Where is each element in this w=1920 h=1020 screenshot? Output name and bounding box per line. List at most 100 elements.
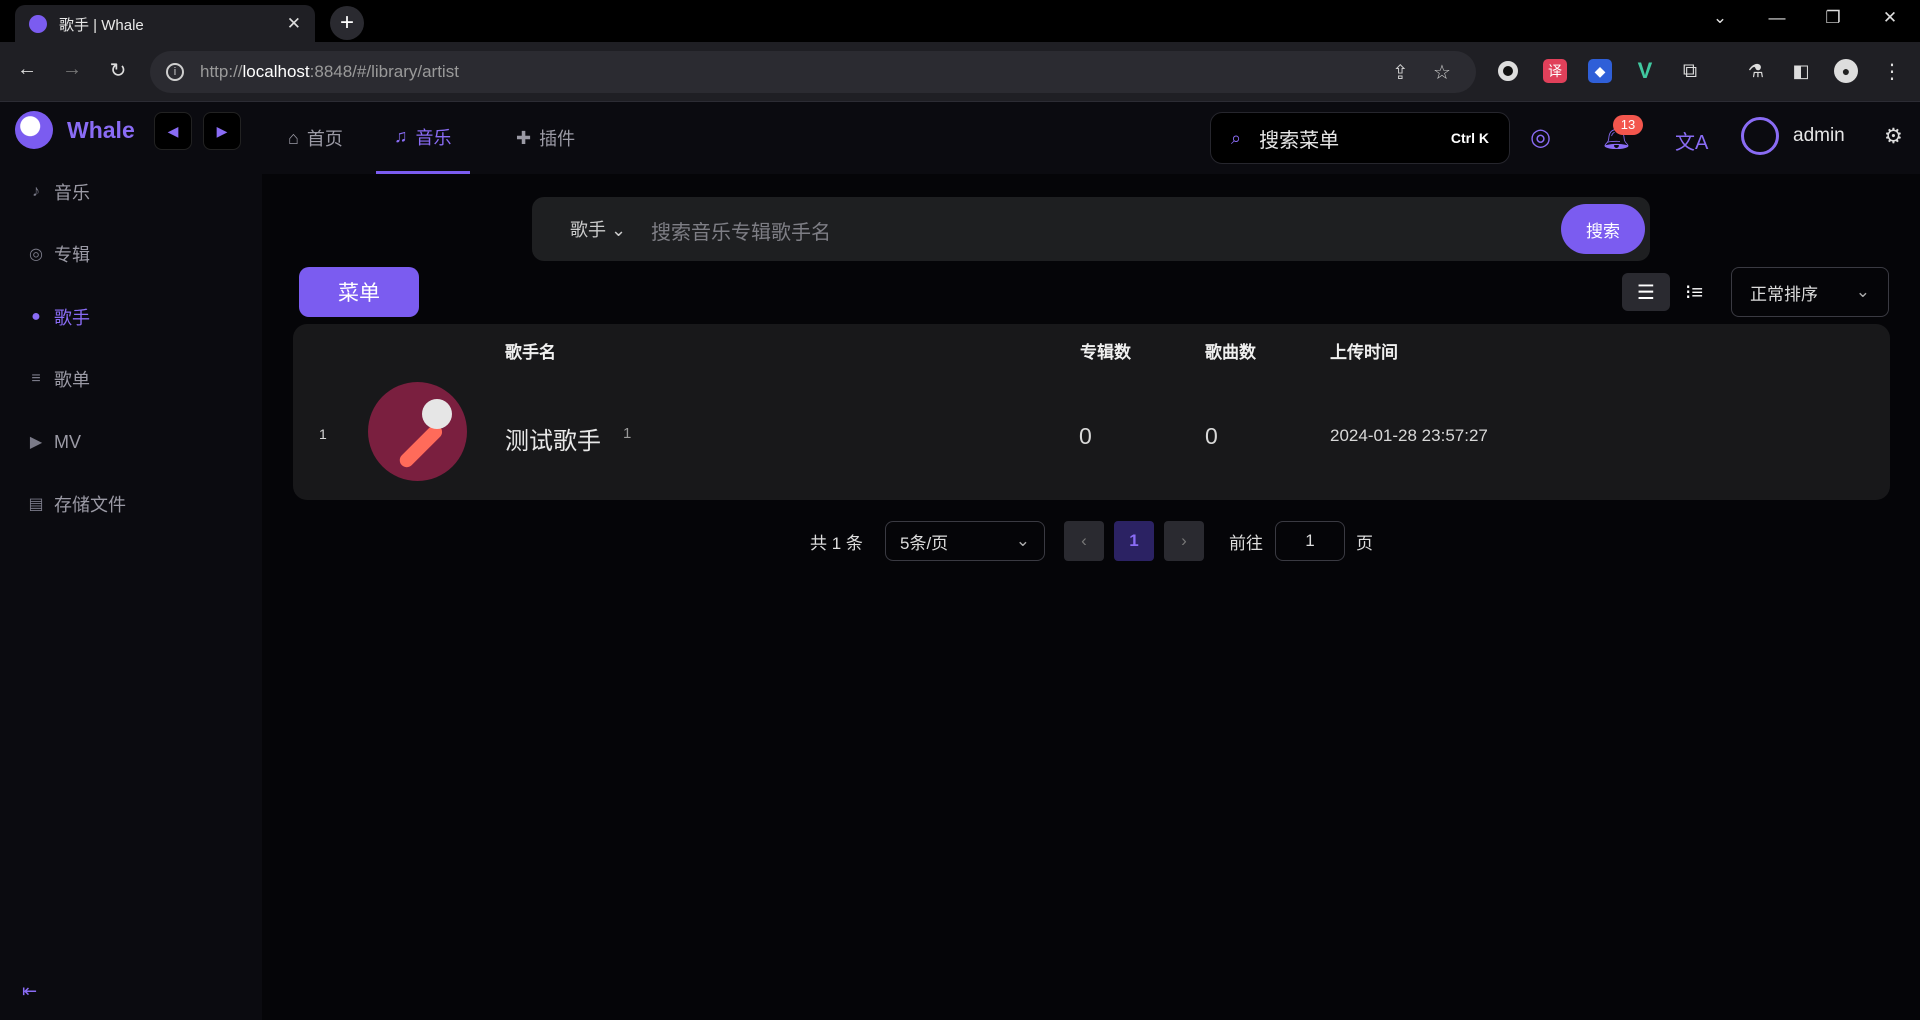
search-icon: ⌕ — [1231, 127, 1242, 148]
sidebar-item-label: 音乐 — [54, 183, 90, 203]
whale-favicon-icon — [29, 15, 47, 33]
browser-tab[interactable]: 歌手 | Whale ✕ — [15, 5, 315, 43]
search-type-select[interactable]: 歌手 ⌄ — [570, 216, 626, 242]
nav-forward-button[interactable]: ▶ — [203, 112, 241, 150]
bookmark-star-icon[interactable]: ☆ — [1433, 60, 1451, 85]
avatar[interactable] — [1741, 117, 1779, 155]
tab-plugin-label: 插件 — [539, 129, 576, 149]
header-songs[interactable]: 歌曲数 — [1205, 338, 1256, 363]
site-info-icon[interactable]: i — [166, 63, 184, 81]
app-header: Whale ◀ ▶ ⌂ 首页 ♫ 音乐 ✚ 插件 ⌕ 搜索菜单 Ctrl K ◎… — [0, 102, 1920, 174]
page-size-label: 5条/页 — [900, 533, 949, 553]
brand-name: Whale — [67, 117, 135, 143]
goto-page-input[interactable]: 1 — [1275, 521, 1345, 561]
upload-time: 2024-01-28 23:57:27 — [1330, 426, 1488, 445]
username[interactable]: admin — [1793, 125, 1845, 147]
video-icon: ▶ — [29, 434, 43, 451]
detail-list-view-button[interactable]: ⁝≡ — [1670, 273, 1718, 311]
sidebar — [0, 174, 262, 1020]
forward-icon[interactable]: → — [57, 58, 87, 81]
header-uploaded[interactable]: 上传时间 — [1330, 338, 1398, 363]
sidebar-item-storage[interactable]: ▤ 存储文件 — [26, 489, 126, 519]
labs-flask-icon[interactable]: ⚗ — [1744, 59, 1768, 83]
extension-vue-icon[interactable]: V — [1633, 58, 1657, 83]
tab-title: 歌手 | Whale — [59, 16, 144, 34]
folder-icon: ▤ — [28, 496, 44, 513]
tab-plugin[interactable]: ✚ 插件 — [498, 102, 593, 174]
row-index: 1 — [319, 426, 327, 442]
sidebar-item-playlist[interactable]: ≡ 歌单 — [26, 364, 90, 394]
url-protocol: http:// — [200, 62, 243, 81]
sidebar-item-label: 歌手 — [54, 308, 90, 328]
minimize-button[interactable]: — — [1757, 8, 1797, 28]
search-button[interactable]: 搜索 — [1561, 204, 1645, 254]
url-field[interactable]: i http://localhost:8848/#/library/artist… — [150, 51, 1476, 93]
sort-label: 正常排序 — [1750, 284, 1818, 304]
sidebar-item-label: 专辑 — [54, 245, 90, 265]
music-icon: ♪ — [32, 183, 40, 200]
profile-icon[interactable]: ● — [1834, 59, 1858, 83]
total-count: 共 1 条 — [810, 533, 863, 553]
header-albums[interactable]: 专辑数 — [1080, 338, 1131, 363]
share-icon[interactable]: ⇪ — [1392, 60, 1409, 85]
chevron-down-icon: ⌄ — [611, 220, 627, 240]
url-host: localhost — [242, 62, 310, 81]
extension-record-icon[interactable] — [1498, 61, 1518, 81]
tab-music[interactable]: ♫ 音乐 — [376, 102, 470, 174]
microphone-icon — [396, 422, 445, 471]
search-menu-button[interactable]: ⌕ 搜索菜单 Ctrl K — [1210, 112, 1510, 164]
side-panel-icon[interactable]: ◧ — [1789, 59, 1813, 83]
artist-cover-image[interactable] — [368, 382, 467, 481]
song-count: 0 — [1205, 423, 1218, 449]
playlist-icon: ≡ — [31, 370, 41, 387]
gear-icon[interactable]: ⚙ — [1884, 124, 1903, 149]
home-icon: ⌂ — [288, 127, 299, 148]
browser-menu-icon[interactable]: ⋮ — [1880, 59, 1904, 83]
translate-icon[interactable]: 文A — [1675, 126, 1708, 155]
sidebar-item-mv[interactable]: ▶ MV — [26, 427, 81, 457]
extension-lock-icon[interactable]: ◆ — [1588, 59, 1612, 83]
tab-home[interactable]: ⌂ 首页 — [270, 102, 361, 174]
header-name[interactable]: 歌手名 — [505, 338, 556, 363]
close-tab-icon[interactable]: ✕ — [287, 14, 301, 34]
browser-tab-strip: 歌手 | Whale ✕ + ⌄ — ❐ ✕ — [0, 0, 1920, 43]
microphone-head — [422, 399, 452, 429]
prev-page-button[interactable]: ‹ — [1064, 521, 1104, 561]
list-view-button[interactable]: ☰ — [1622, 273, 1670, 311]
search-menu-label: 搜索菜单 — [1259, 129, 1340, 152]
sidebar-item-music[interactable]: ♪ 音乐 — [26, 177, 90, 207]
new-tab-button[interactable]: + — [330, 6, 364, 40]
extension-translate-icon[interactable]: 译 — [1543, 59, 1567, 83]
restore-button[interactable]: ❐ — [1813, 8, 1853, 28]
page-number[interactable]: 1 — [1114, 521, 1154, 561]
album-icon: ◎ — [29, 246, 43, 263]
reload-icon[interactable]: ↻ — [103, 58, 133, 83]
collapse-sidebar-icon[interactable]: ⇤ — [22, 981, 37, 1002]
search-input[interactable]: 搜索音乐专辑歌手名 — [651, 216, 831, 245]
menu-button[interactable]: 菜单 — [299, 267, 419, 317]
tab-home-label: 首页 — [306, 129, 343, 149]
nav-back-button[interactable]: ◀ — [154, 112, 192, 150]
search-type-label: 歌手 — [570, 220, 606, 240]
page-size-select[interactable]: 5条/页 ⌄ — [885, 521, 1045, 561]
notification-badge: 13 — [1613, 115, 1643, 135]
sidebar-item-album[interactable]: ◎ 专辑 — [26, 239, 90, 269]
chevron-down-icon: ⌄ — [1015, 531, 1030, 550]
sort-select[interactable]: 正常排序 ⌄ — [1731, 267, 1889, 317]
next-page-button[interactable]: › — [1164, 521, 1204, 561]
artist-name[interactable]: 测试歌手 — [505, 421, 601, 456]
back-icon[interactable]: ← — [12, 58, 42, 81]
tab-music-label: 音乐 — [415, 127, 452, 148]
album-count: 0 — [1079, 423, 1092, 449]
tab-search-icon[interactable]: ⌄ — [1700, 8, 1740, 28]
goto-label: 前往 — [1229, 533, 1263, 553]
whale-logo-icon — [15, 111, 53, 149]
disc-player-icon[interactable]: ◎ — [1530, 123, 1551, 152]
user-icon: ● — [31, 308, 41, 325]
sidebar-item-label: 存储文件 — [54, 495, 126, 515]
extensions-puzzle-icon[interactable]: ⧉ — [1678, 59, 1702, 83]
chevron-down-icon: ⌄ — [1855, 282, 1870, 301]
sidebar-item-artist[interactable]: ● 歌手 — [26, 302, 90, 332]
artist-alias-count: 1 — [623, 425, 632, 442]
close-window-button[interactable]: ✕ — [1870, 8, 1910, 28]
